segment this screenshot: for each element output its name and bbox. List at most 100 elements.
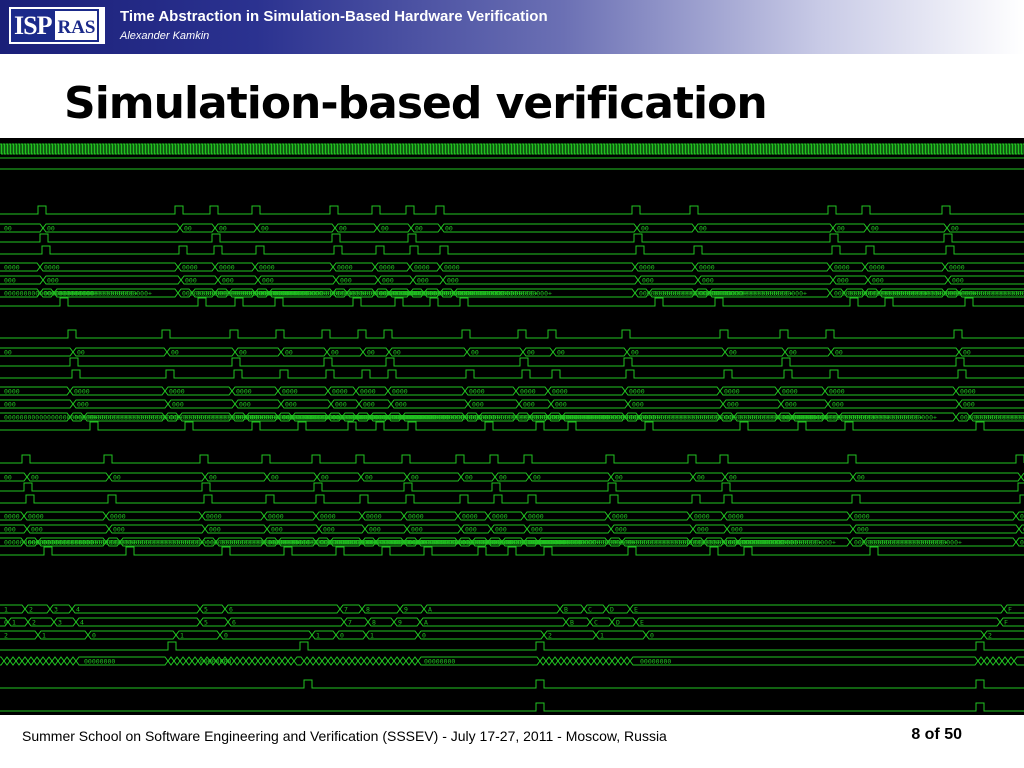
bus-hex3-label: 000 [363,401,375,409]
bus-hex2-label: 00 [871,225,879,233]
bus-hex4-label: 0000 [379,264,395,272]
bus-hex3-label: 000 [642,277,654,285]
bus-hex4-label: 0000 [408,513,424,521]
logo-isp-text: ISP [11,9,54,42]
bus-counter-c-label: 0 [92,632,96,640]
bus-counter-b-label: 1 [12,619,16,627]
bus-hex2-label: 00 [471,349,479,357]
bus-long-label: 00000000000000000000000+ [124,539,218,547]
bus-counter-a-label: 9 [404,606,408,614]
bus-hex3-label: 000 [632,401,644,409]
bus-counter-b-label: E [640,619,644,627]
bus-counter-b-label: 2 [32,619,36,627]
bus-hex4-label: 0000 [236,388,252,396]
bus-counter-c-label: 0 [650,632,654,640]
bus-hex2-label: 00 [951,225,959,233]
bus-hex2-label: 00 [171,349,179,357]
bus-counter-c-label: 0 [422,632,426,640]
bus-hex2-label: 00 [239,349,247,357]
bus-hex4-label: 0000 [392,388,408,396]
bus-counter-a-label: F [1008,606,1012,614]
bus-hex3-label: 000 [465,526,477,534]
bus-hex3-label: 000 [113,526,125,534]
bus-counter-b-label: 8 [372,619,376,627]
isp-ras-logo: ISP RAS [9,7,105,44]
bus-hex3-label: 000 [697,526,709,534]
bus-hex4-label: 0000 [169,388,185,396]
bus-hex2-label: 00 [381,225,389,233]
bus-hex4-label: 0000 [552,388,568,396]
signal-pulse-d [0,421,1024,431]
bus-hex2-label: 00 [271,474,279,482]
bus-hex4-label: 0000 [724,388,740,396]
bus-hex4-label: 0000 [694,513,710,521]
bus-hex3-label: 000 [209,526,221,534]
bus-counter-c-bottom [0,634,1024,640]
bus-counter-b-top [0,617,1024,623]
bus-hex2-label: 00 [697,474,705,482]
bus-hex2-label: 00 [321,474,329,482]
bus-hex4-label: 0000 [4,513,20,521]
bus-hex4-label: 0000 [639,264,655,272]
bus-counter-a-label: 2 [29,606,33,614]
bus-hex2-label: 00 [331,349,339,357]
bus-hex3-label: 000 [4,401,16,409]
bus-hex2-label: 00 [699,225,707,233]
bus-counter-a-label: 5 [204,606,208,614]
header-bar: ISP RAS Time Abstraction in Simulation-B… [0,0,1024,54]
bus-counter-c-top [0,630,1024,636]
bus-hex4-label: 0000 [219,264,235,272]
bus-hex4-bottom [0,390,1024,396]
bus-hex2-label: 00 [365,474,373,482]
bus-hex4-label: 0000 [960,388,976,396]
bus-counter-a-top [0,604,1024,610]
bus-hex3-top [0,399,1024,405]
bus-counter-a-label: 6 [229,606,233,614]
bus-hex2-label: 00 [415,225,423,233]
bus-wide-label: 00000000 [640,658,671,666]
clock-trace [0,143,1024,155]
bus-hex3-label: 000 [369,526,381,534]
bus-hex4-label: 0000 [110,513,126,521]
bus-counter-c-label: 1 [180,632,184,640]
bus-hex2-label: 00 [4,349,12,357]
bus-long-label: 00000000000000000000000+ [742,539,836,547]
bus-hex4-label: 0000 [462,513,478,521]
bus-hex3-label: 000 [340,277,352,285]
bus-hex2-label: 00 [533,474,541,482]
bus-hex4-top [0,511,1024,517]
bus-hex4-label: 0000 [182,264,198,272]
bus-hex3-label: 000 [837,277,849,285]
bus-counter-b-label: 5 [204,619,208,627]
bus-counter-c-label: 1 [600,632,604,640]
bus-hex2-label: 00 [615,474,623,482]
bus-hex3-label: 000 [495,526,507,534]
bus-hex3-label: 000 [271,526,283,534]
bus-hex3-label: 000 [335,401,347,409]
page-number: 8 of 50 [911,726,962,743]
bus-hex2-label: 00 [557,349,565,357]
bus-hex4-label: 0000 [782,388,798,396]
bus-long-label: 00000000000000000000000+ [58,290,152,298]
signal-pulse-a [0,329,1024,339]
bus-hex3-top [0,524,1024,530]
bus-counter-b-label: F [1004,619,1008,627]
bus-counter-a-bottom [0,608,1024,614]
bus-hex3-label: 000 [472,401,484,409]
bus-hex3-label: 000 [523,401,535,409]
bus-long-label: 00000000000000000000000+ [88,414,182,422]
bus-hex3-label: 000 [4,526,16,534]
bus-hex3-label: 000 [832,401,844,409]
bus-hex3-label: 000 [77,401,89,409]
bus-long-label: 00000000000000000000000+ [868,539,962,547]
bus-hex3-label: 000 [555,401,567,409]
bus-long-label: 00000000000000000000000+ [843,414,937,422]
waveform-viewer: 00 00 00 00 00 00 00 00 00 00 00 00 00 00 0000 0000 0000… [0,138,1024,715]
bus-hex4-label: 0000 [520,388,536,396]
bus-hex2-label: 00 [4,225,12,233]
bus-hex4-label: 0000 [44,264,60,272]
bus-counter-b-bottom [0,621,1024,627]
bus-hex3-label: 000 [857,526,869,534]
bus-hex4-top [0,386,1024,392]
bus-hex3-label: 000 [4,277,16,285]
